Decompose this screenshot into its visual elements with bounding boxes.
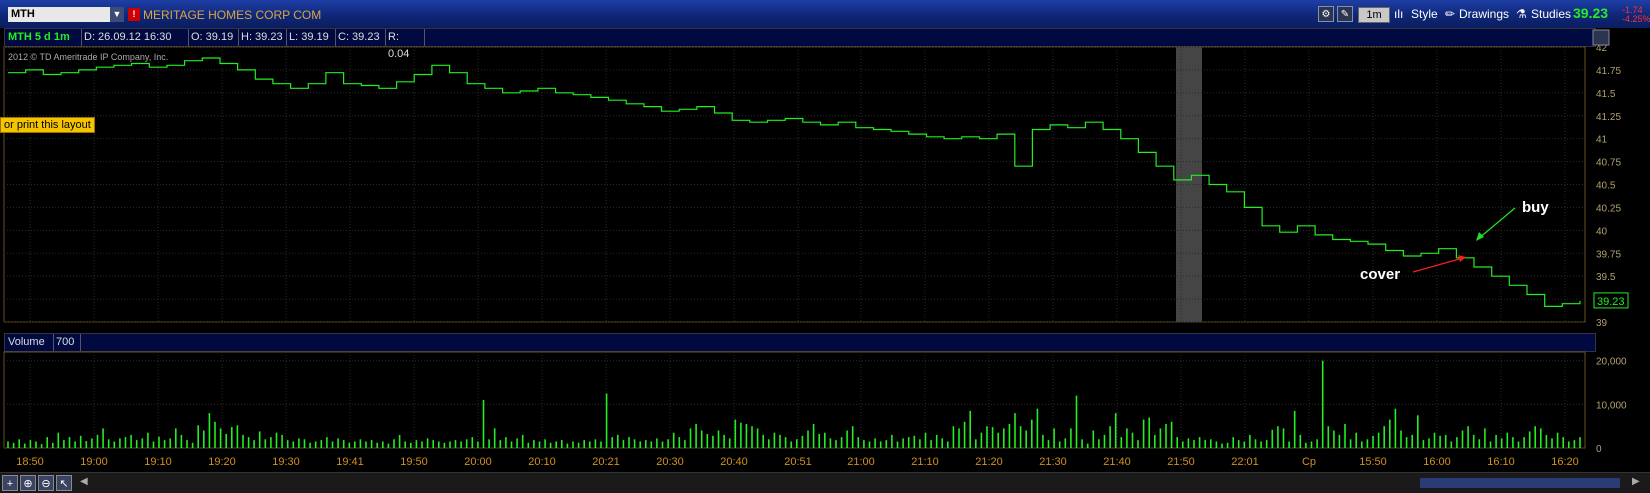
volume-tick-label: 20,000 xyxy=(1596,357,1627,368)
time-tick-label: 21:20 xyxy=(975,456,1003,468)
cover-arrowhead xyxy=(1458,255,1466,262)
time-tick-label: 19:10 xyxy=(144,456,172,468)
time-tick-label: 19:00 xyxy=(80,456,108,468)
time-tick-label: 16:10 xyxy=(1487,456,1515,468)
price-tick-label: 40.75 xyxy=(1596,158,1621,169)
price-tick-label: 40.5 xyxy=(1596,181,1616,192)
buy-arrow xyxy=(1477,207,1516,240)
price-tick-label: 41.5 xyxy=(1596,89,1616,100)
bottom-scroll-bar: + ⊕ ⊖ ↖ ◀ ▶ xyxy=(0,472,1650,493)
cover-annotation: cover xyxy=(1360,266,1400,283)
time-tick-label: 20:30 xyxy=(656,456,684,468)
time-tick-label: 16:00 xyxy=(1423,456,1451,468)
chart-settings-icon xyxy=(1592,29,1610,46)
buy-arrowhead xyxy=(1476,232,1484,241)
zoom-out-icon[interactable]: ⊖ xyxy=(38,475,54,491)
scrollbar-thumb[interactable] xyxy=(1420,478,1620,488)
price-volume-chart[interactable]: 18:50 19:00 19:10 19:20 19:30 19:41 19:50 20:00… xyxy=(0,0,1650,472)
time-tick-label: 20:40 xyxy=(720,456,748,468)
time-tick-label: 19:20 xyxy=(208,456,236,468)
time-tick-label: 22:01 xyxy=(1231,456,1259,468)
price-tick-label: 41.25 xyxy=(1596,112,1621,123)
price-tick-label: 39 xyxy=(1596,318,1608,329)
time-tick-label: Cp xyxy=(1302,456,1316,468)
volume-tick-label: 0 xyxy=(1596,444,1602,455)
zoom-in-icon[interactable]: ⊕ xyxy=(20,475,36,491)
price-line xyxy=(8,57,1581,307)
print-layout-tooltip: or print this layout xyxy=(0,117,95,133)
time-tick-label: 21:00 xyxy=(847,456,875,468)
copyright-text: 2012 © TD Ameritrade IP Company, Inc. xyxy=(8,52,168,62)
cover-arrow xyxy=(1412,257,1464,273)
price-tick-label: 40 xyxy=(1596,226,1608,237)
price-tick-label: 40.25 xyxy=(1596,203,1621,214)
pointer-icon[interactable]: ↖ xyxy=(56,475,72,491)
price-tick-label: 39.75 xyxy=(1596,249,1621,260)
price-tick-label: 41.75 xyxy=(1596,66,1621,77)
scroll-right-icon[interactable]: ▶ xyxy=(1632,476,1640,487)
zoom-fit-icon[interactable]: + xyxy=(2,475,18,491)
time-tick-label: 20:51 xyxy=(784,456,812,468)
time-tick-label: 21:40 xyxy=(1103,456,1131,468)
price-tick-label: 39.5 xyxy=(1596,272,1616,283)
time-tick-label: 20:00 xyxy=(464,456,492,468)
last-price-label: 39.23 xyxy=(1597,296,1625,308)
time-tick-label: 19:41 xyxy=(336,456,364,468)
time-tick-label: 19:30 xyxy=(272,456,300,468)
volume-tick-label: 10,000 xyxy=(1596,400,1627,411)
buy-annotation: buy xyxy=(1522,199,1549,216)
time-tick-label: 15:50 xyxy=(1359,456,1387,468)
time-tick-label: 21:50 xyxy=(1167,456,1195,468)
volume-panel-frame xyxy=(3,351,1586,449)
time-tick-label: 20:10 xyxy=(528,456,556,468)
time-tick-label: 20:21 xyxy=(592,456,620,468)
scroll-left-icon[interactable]: ◀ xyxy=(80,476,88,487)
time-tick-label: 19:50 xyxy=(400,456,428,468)
time-tick-label: 18:50 xyxy=(16,456,44,468)
time-tick-label: 16:20 xyxy=(1551,456,1579,468)
price-tick-label: 41 xyxy=(1596,135,1608,146)
time-tick-label: 21:30 xyxy=(1039,456,1067,468)
time-tick-label: 21:10 xyxy=(911,456,939,468)
